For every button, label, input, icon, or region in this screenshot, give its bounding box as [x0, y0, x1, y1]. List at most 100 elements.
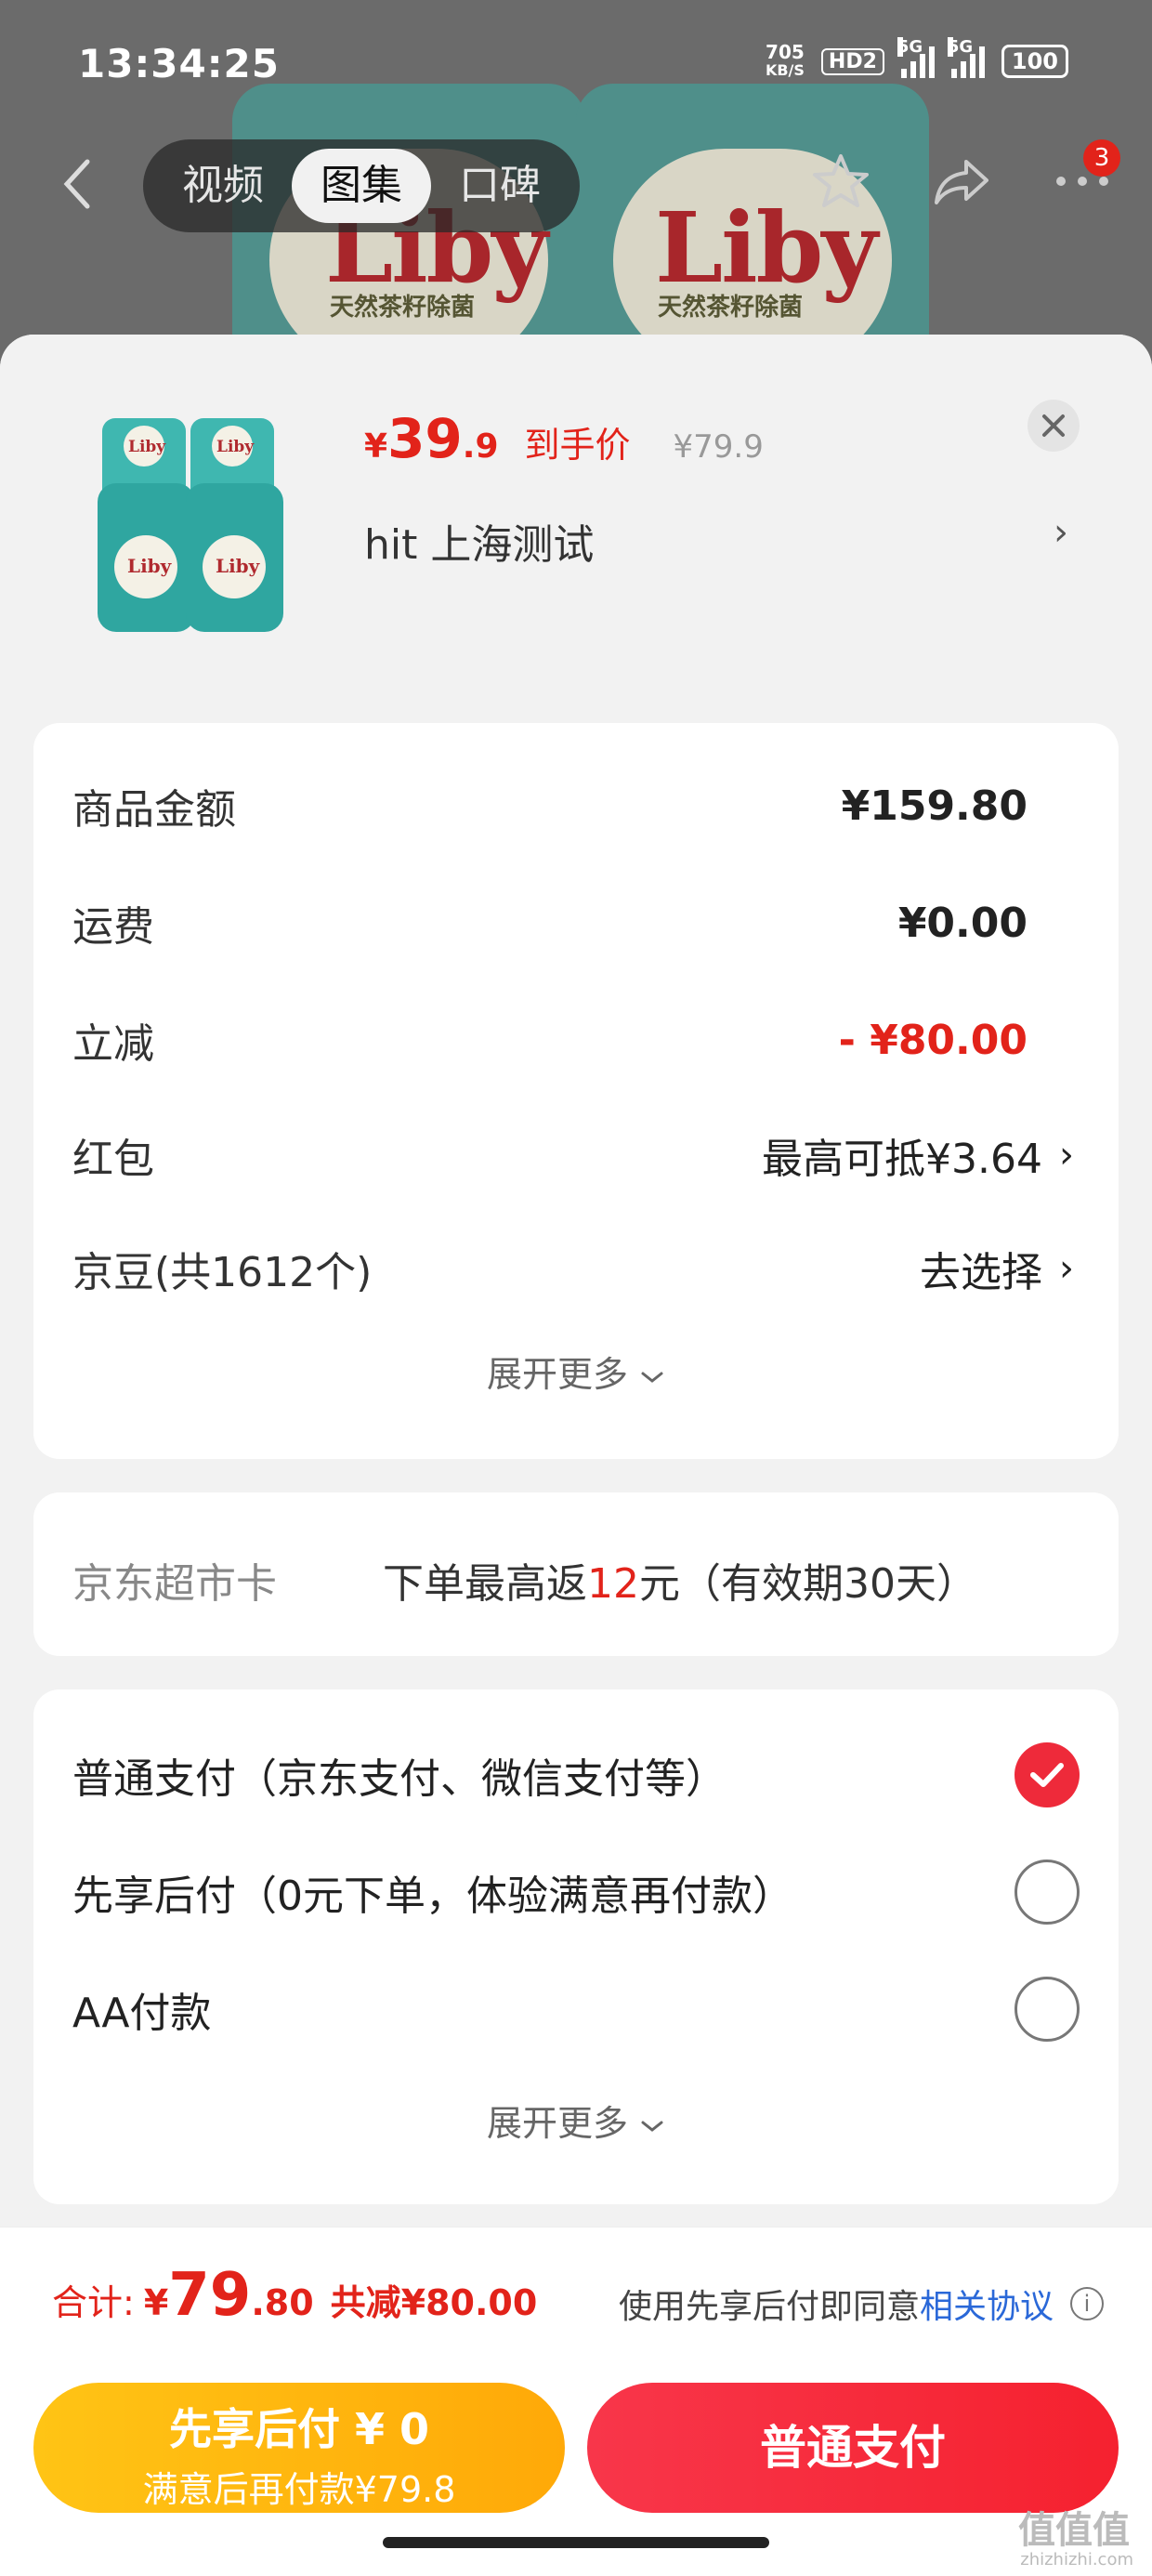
- hd-icon: HD2: [820, 47, 884, 75]
- fee-summary-card: 商品金额 ¥159.80 运费 ¥0.00 立减 - ¥80.00 红包 最高可…: [33, 723, 1119, 1459]
- fee-value: - ¥80.00: [838, 1016, 1028, 1064]
- tab-video[interactable]: 视频: [154, 149, 292, 223]
- network-speed: 705 KB/S: [766, 43, 805, 80]
- fee-label: 京豆(共1612个): [72, 1249, 373, 1296]
- network-speed-unit: KB/S: [765, 61, 805, 79]
- price-label: 到手价: [524, 425, 631, 466]
- price-integer: 39: [387, 407, 463, 470]
- product-spec[interactable]: hit 上海测试: [364, 511, 594, 571]
- signal-icon: 5G: [897, 37, 935, 78]
- fee-row-jingdou[interactable]: 京豆(共1612个) 去选择 ›: [72, 1236, 1074, 1301]
- fee-row-goods: 商品金额 ¥159.80: [72, 773, 1028, 838]
- svg-text:Liby: Liby: [216, 555, 261, 577]
- signal-icon: 5G: [947, 37, 985, 78]
- radio-unchecked-icon[interactable]: [1015, 1860, 1080, 1925]
- network-type-label: 5G: [947, 37, 974, 57]
- chevron-right-icon: ›: [1059, 1247, 1074, 1290]
- media-tabs: 视频 图集 口碑: [143, 139, 580, 232]
- fee-label: 红包: [72, 1136, 154, 1183]
- network-speed-value: 705: [766, 41, 805, 63]
- fee-label: 运费: [72, 903, 154, 951]
- jd-card-text-before: 下单最高返: [383, 1560, 587, 1608]
- original-price: ¥79.9: [673, 428, 764, 466]
- svg-text:Liby: Liby: [127, 555, 173, 577]
- price-decimal: .9: [462, 427, 499, 466]
- favorite-star-icon[interactable]: [808, 149, 873, 214]
- fee-value-group: 最高可抵¥3.64 ›: [762, 1125, 1074, 1185]
- order-total: 合计: ¥ 79 .80 共减¥80.00: [52, 2261, 537, 2330]
- home-indicator[interactable]: [383, 2537, 769, 2548]
- normal-pay-button[interactable]: 普通支付: [587, 2383, 1119, 2513]
- close-button[interactable]: [1028, 400, 1080, 452]
- watermark-url: zhizhizhi.com: [1020, 2550, 1133, 2569]
- close-icon: [1042, 414, 1065, 437]
- network-type-label: 5G: [897, 37, 923, 57]
- status-time: 13:34:25: [78, 41, 280, 86]
- nav-actions: 3: [808, 139, 1120, 214]
- total-label: 合计:: [52, 2282, 135, 2323]
- fee-row-discount: 立减 - ¥80.00: [72, 1007, 1028, 1072]
- product-thumbnail: Liby Liby Liby Liby: [93, 409, 288, 641]
- fee-row-shipping: 运费 ¥0.00: [72, 890, 1028, 955]
- agreement-text: 使用先享后付即同意: [618, 2288, 920, 2326]
- radio-unchecked-icon[interactable]: [1015, 1977, 1080, 2042]
- jd-card-text-after: 元（有效期30天）: [639, 1560, 977, 1608]
- tab-reviews[interactable]: 口碑: [431, 149, 569, 223]
- payment-option-pay-later[interactable]: 先享后付（0元下单，体验满意再付款）: [72, 1855, 1080, 1929]
- radio-checked-icon[interactable]: [1015, 1742, 1080, 1807]
- fee-label: 立减: [72, 1020, 154, 1068]
- share-icon[interactable]: [929, 149, 994, 214]
- total-saving: 共减¥80.00: [330, 2282, 538, 2323]
- agreement-link[interactable]: 相关协议: [920, 2280, 1054, 2328]
- price-symbol: ¥: [364, 427, 388, 466]
- status-indicators: 705 KB/S HD2 5G 5G 100: [766, 37, 1068, 80]
- expand-more-label: 展开更多: [486, 1354, 628, 1395]
- jd-card-amount: 12: [587, 1560, 639, 1608]
- pay-later-button[interactable]: 先享后付 ¥ 0 满意后再付款¥79.8: [33, 2383, 565, 2513]
- payment-option-aa[interactable]: AA付款: [72, 1972, 1080, 2046]
- tab-gallery[interactable]: 图集: [292, 149, 431, 223]
- product-summary: Liby Liby Liby Liby ¥ 39 .9 到手价 ¥79.9 hi…: [0, 335, 1152, 706]
- jd-card-label: 京东超市卡: [72, 1560, 277, 1608]
- svg-text:Liby: Liby: [216, 438, 255, 456]
- svg-text:Liby: Liby: [128, 438, 166, 456]
- total-integer: 79: [168, 2261, 252, 2330]
- brand-subtext: 天然茶籽除菌: [658, 294, 804, 322]
- payment-option-label: 先享后付（0元下单，体验满意再付款）: [72, 1873, 793, 1920]
- info-icon[interactable]: i: [1070, 2287, 1104, 2320]
- fee-value: 最高可抵¥3.64: [762, 1136, 1042, 1183]
- fee-value: 去选择: [920, 1249, 1042, 1296]
- expand-more-label: 展开更多: [486, 2103, 628, 2144]
- jd-card-text: 下单最高返12元（有效期30天）: [383, 1550, 977, 1610]
- total-symbol: ¥: [143, 2282, 169, 2323]
- chevron-right-icon[interactable]: ›: [1054, 511, 1068, 554]
- watermark-logo: 值值值: [1018, 2509, 1130, 2552]
- agreement-notice: 使用先享后付即同意 相关协议 i: [619, 2280, 1104, 2328]
- jd-supermarket-card: 京东超市卡 下单最高返12元（有效期30天）: [33, 1492, 1119, 1656]
- chevron-down-icon: [641, 1372, 663, 1383]
- fee-label: 商品金额: [72, 786, 236, 834]
- brand-subtext: 天然茶籽除菌: [330, 294, 476, 322]
- payment-method-card: 普通支付（京东支付、微信支付等） 先享后付（0元下单，体验满意再付款） AA付款…: [33, 1689, 1119, 2204]
- payment-option-normal[interactable]: 普通支付（京东支付、微信支付等）: [72, 1738, 1080, 1812]
- payment-option-label: 普通支付（京东支付、微信支付等）: [72, 1755, 727, 1803]
- chevron-right-icon: ›: [1059, 1134, 1074, 1176]
- expand-more-button[interactable]: 展开更多: [33, 2095, 1119, 2146]
- back-icon[interactable]: [59, 156, 97, 212]
- status-bar: 13:34:25 705 KB/S HD2 5G 5G 100: [0, 0, 1152, 130]
- price-line: ¥ 39 .9 到手价 ¥79.9: [364, 407, 764, 470]
- payment-option-label: AA付款: [72, 1990, 212, 2037]
- battery-icon: 100: [1001, 45, 1068, 78]
- chevron-down-icon: [641, 2121, 663, 2132]
- more-icon[interactable]: 3: [1050, 139, 1120, 214]
- order-total-bar: 合计: ¥ 79 .80 共减¥80.00 使用先享后付即同意 相关协议 i: [0, 2227, 1152, 2366]
- total-decimal: .80: [251, 2282, 314, 2323]
- expand-more-button[interactable]: 展开更多: [33, 1346, 1119, 1397]
- fee-value-group: 去选择 ›: [920, 1239, 1074, 1298]
- notification-badge: 3: [1083, 139, 1120, 177]
- pay-later-subtitle: 满意后再付款¥79.8: [142, 2469, 456, 2510]
- pay-later-title: 先享后付 ¥ 0: [168, 2404, 430, 2454]
- fee-value: ¥159.80: [841, 782, 1028, 830]
- fee-value: ¥0.00: [897, 899, 1028, 947]
- fee-row-redpacket[interactable]: 红包 最高可抵¥3.64 ›: [72, 1123, 1074, 1188]
